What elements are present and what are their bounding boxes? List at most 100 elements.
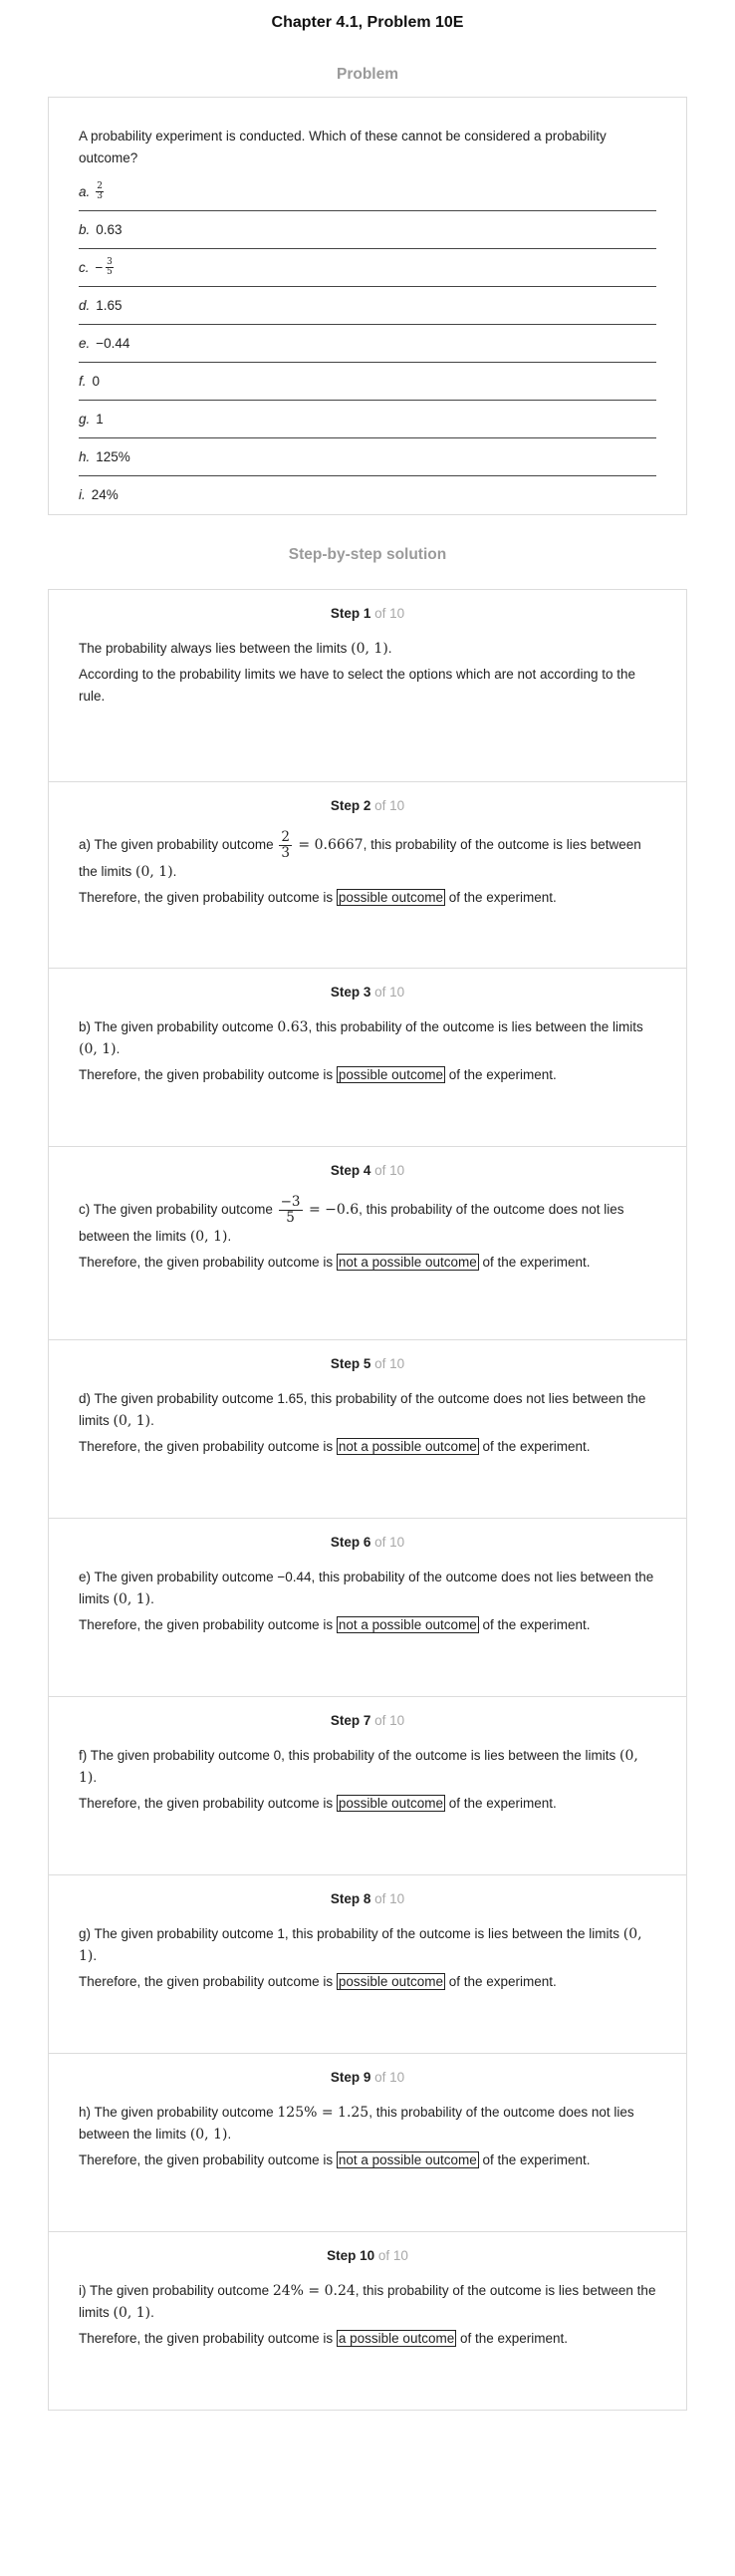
option-value: 24%: [91, 487, 119, 502]
steps-card: Step 1 of 10 The probability always lies…: [48, 589, 687, 2411]
step-header: Step 5 of 10: [330, 1356, 405, 1371]
option-item: h. 125%: [79, 438, 656, 476]
step-header: Step 6 of 10: [330, 1535, 405, 1550]
step-math: = −0.6: [304, 1202, 360, 1219]
verdict-box: not a possible outcome: [336, 1438, 479, 1455]
step-5: Step 5 of 10 d) The given probability out…: [49, 1340, 686, 1519]
step-conclusion: Therefore, the given probability outcome…: [79, 1066, 557, 1083]
step-text: e) The given probability outcome −0.44, …: [79, 1570, 654, 1607]
step-text: i) The given probability outcome 24% = 0…: [79, 2283, 656, 2321]
option-item: c. − 35: [79, 249, 656, 287]
option-value: 1: [96, 411, 104, 427]
option-value: 0.63: [96, 221, 122, 237]
option-sign: −: [95, 259, 107, 275]
verdict-box: not a possible outcome: [336, 2151, 479, 2168]
option-value: 0: [92, 373, 101, 389]
step-conclusion: Therefore, the given probability outcome…: [79, 1795, 557, 1812]
option-letter: f.: [79, 373, 87, 389]
step-text: h) The given probability outcome 125% = …: [79, 2105, 634, 2143]
step-fraction: 23: [279, 830, 292, 861]
step-text: d) The given probability outcome 1.65, t…: [79, 1391, 646, 1429]
step-text: g) The given probability outcome 1, this…: [79, 1926, 642, 1964]
option-item: f. 0: [79, 363, 656, 401]
limits-interval: (0, 1): [79, 1041, 117, 1057]
step-conclusion: Therefore, the given probability outcome…: [79, 1973, 557, 1990]
limits-interval: (0, 1): [113, 1591, 151, 1607]
option-item: g. 1: [79, 401, 656, 438]
option-item: i. 24%: [79, 476, 656, 514]
verdict-box: possible outcome: [336, 1973, 445, 1990]
option-fraction: 23: [96, 182, 104, 201]
step-7: Step 7 of 10 f) The given probability out…: [49, 1697, 686, 1875]
option-letter: i.: [79, 487, 86, 502]
limits-interval: (0, 1): [189, 2127, 228, 2143]
step-math: 0.63: [277, 1019, 309, 1035]
fraction-denominator: 5: [286, 1210, 295, 1226]
option-item: b. 0.63: [79, 211, 656, 249]
limits-interval: (0, 1): [113, 1413, 151, 1429]
solution-section-title: Step-by-step solution: [288, 546, 447, 563]
option-value: 1.65: [96, 297, 122, 313]
step-6: Step 6 of 10 e) The given probability out…: [49, 1519, 686, 1697]
option-letter: d.: [79, 297, 91, 313]
verdict-box: a possible outcome: [336, 2330, 457, 2347]
options-list: a. 2 3 b. 0.63 c. − 3 5 d. 1.65 e. −0.44 f. 0 g. 1 h. 125…: [79, 173, 656, 514]
limits-interval: (0, 1): [135, 864, 173, 880]
option-letter: b.: [79, 221, 91, 237]
option-letter: e.: [79, 335, 91, 351]
step-conclusion: Therefore, the given probability outcome…: [79, 1616, 591, 1633]
step-1: Step 1 of 10 The probability always lies…: [49, 590, 686, 782]
verdict-box: possible outcome: [336, 889, 445, 906]
step-4: Step 4 of 10 c) The given probability out…: [49, 1147, 686, 1340]
option-item: e. −0.44: [79, 325, 656, 363]
option-value: −0.44: [96, 335, 130, 351]
step-conclusion: Therefore, the given probability outcome…: [79, 2330, 569, 2347]
option-letter: c.: [79, 259, 90, 275]
step-conclusion: Therefore, the given probability outcome…: [79, 2151, 591, 2168]
option-value: 125%: [96, 448, 130, 464]
problem-card: A probability experiment is conducted. W…: [48, 97, 687, 515]
fraction-numerator: −3: [278, 1194, 303, 1211]
verdict-box: not a possible outcome: [336, 1254, 479, 1271]
step-conclusion: Therefore, the given probability outcome…: [79, 1254, 591, 1271]
verdict-box: possible outcome: [336, 1795, 445, 1812]
step-header: Step 1 of 10: [330, 606, 405, 621]
step-text: a) The given probability outcome 23 = 0.…: [79, 829, 641, 881]
step-text: According to the probability limits we h…: [79, 667, 636, 704]
step-text: The probability always lies between the …: [79, 641, 392, 657]
option-item: a. 2 3: [79, 173, 656, 211]
fraction-denominator: 3: [281, 845, 290, 861]
step-header: Step 10 of 10: [327, 2248, 408, 2263]
step-math: 24% = 0.24: [272, 2283, 356, 2299]
step-header: Step 9 of 10: [330, 2070, 405, 2085]
steps-list: Step 2 of 10 a) The given probability out…: [49, 782, 686, 2410]
step-9: Step 9 of 10 h) The given probability out…: [49, 2054, 686, 2232]
verdict-box: possible outcome: [336, 1066, 445, 1083]
step-text: f) The given probability outcome 0, this…: [79, 1748, 638, 1786]
step-conclusion: Therefore, the given probability outcome…: [79, 889, 557, 906]
step-header: Step 4 of 10: [330, 1163, 405, 1178]
page-title: Chapter 4.1, Problem 10E: [271, 14, 464, 31]
option-letter: g.: [79, 411, 91, 427]
step-2: Step 2 of 10 a) The given probability out…: [49, 782, 686, 969]
option-item: d. 1.65: [79, 287, 656, 325]
limits-interval: (0, 1): [189, 1229, 228, 1245]
verdict-box: not a possible outcome: [336, 1616, 479, 1633]
step-10: Step 10 of 10 i) The given probability ou…: [49, 2232, 686, 2410]
step-header: Step 7 of 10: [330, 1713, 405, 1728]
option-fraction: 35: [106, 258, 114, 277]
step-conclusion: Therefore, the given probability outcome…: [79, 1438, 591, 1455]
step-3: Step 3 of 10 b) The given probability out…: [49, 969, 686, 1147]
fraction-denominator: 3: [97, 191, 103, 201]
step-math: 125% = 1.25: [277, 2105, 369, 2121]
step-text: b) The given probability outcome 0.63, t…: [79, 1019, 643, 1057]
option-letter: h.: [79, 448, 91, 464]
step-8: Step 8 of 10 g) The given probability out…: [49, 1875, 686, 2054]
step-text: c) The given probability outcome −3 5 = −…: [79, 1194, 624, 1246]
step-fraction: −3 5: [278, 1194, 303, 1226]
fraction-denominator: 5: [107, 267, 113, 277]
fraction-numerator: 2: [279, 829, 292, 846]
step-header: Step 3 of 10: [330, 985, 405, 1000]
problem-section-title: Problem: [336, 66, 398, 83]
option-letter: a.: [79, 183, 91, 199]
